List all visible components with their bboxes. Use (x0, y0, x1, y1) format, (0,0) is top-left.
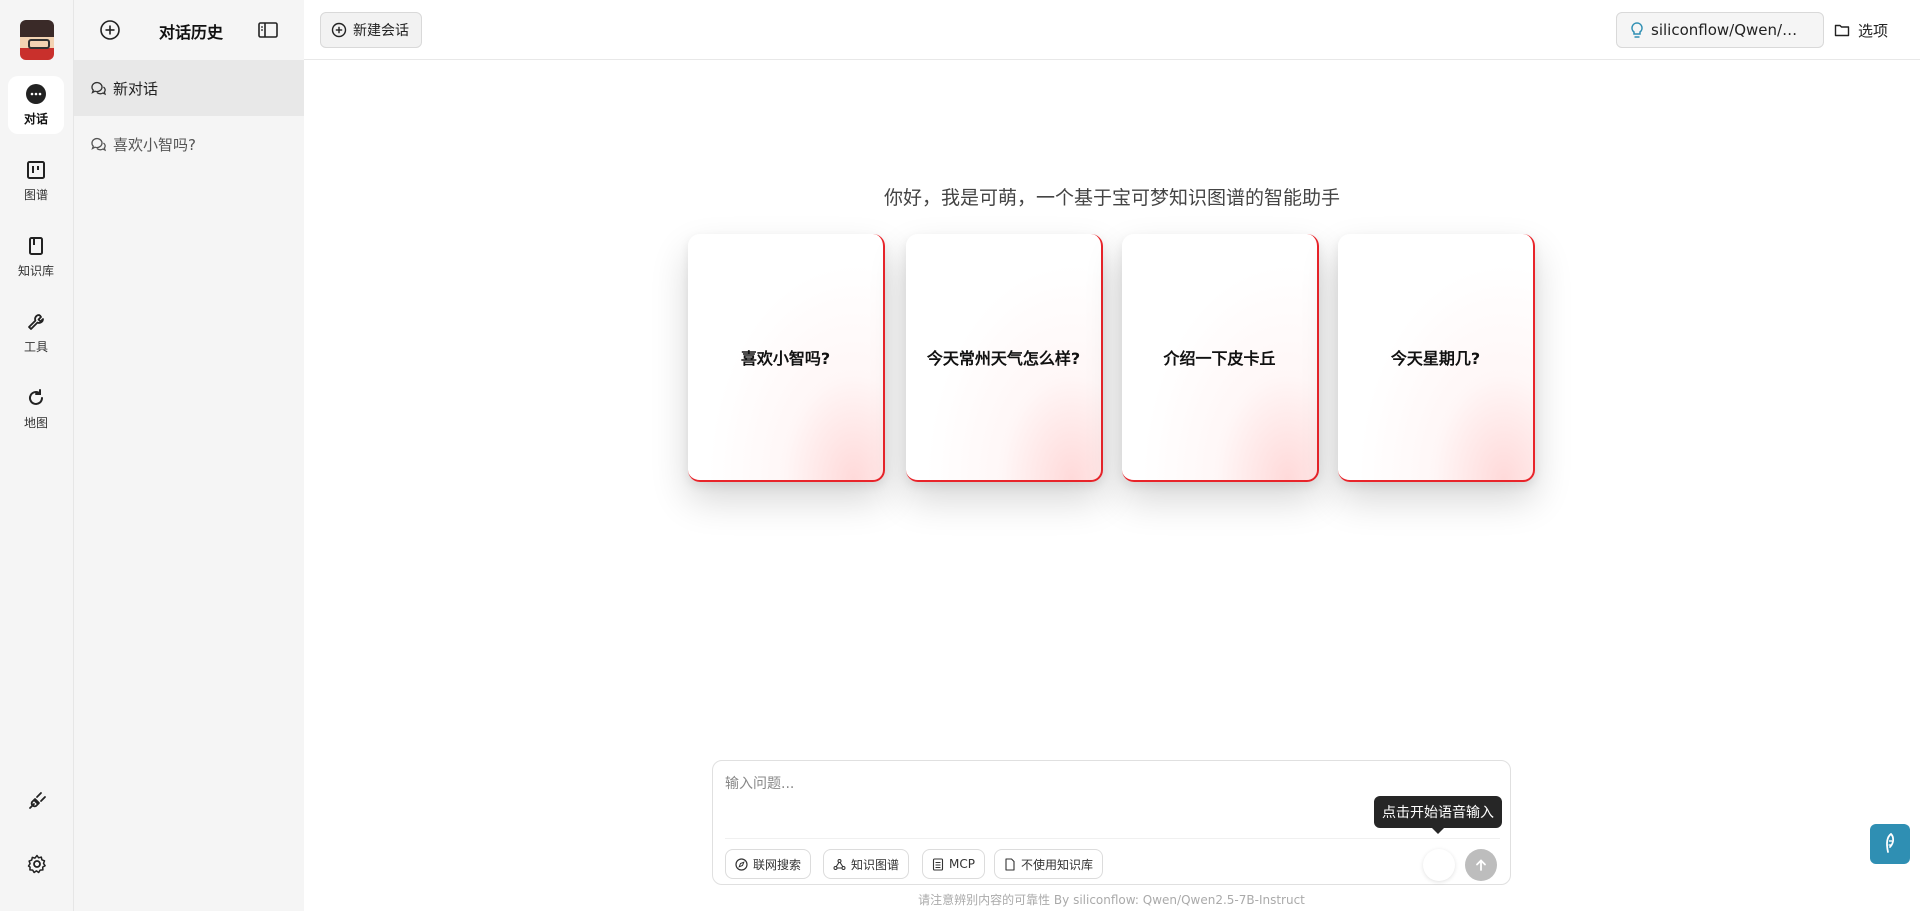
rail-item-label: 知识库 (17, 264, 54, 278)
history-item[interactable]: 新对话 (74, 60, 304, 116)
compass-icon (735, 857, 748, 871)
rail-item-label: 工具 (23, 340, 48, 354)
knowledge-base-select[interactable]: 不使用知识库 (994, 849, 1104, 879)
icon-rail: 对话 图谱 知识库 工具 地图 (0, 0, 74, 911)
rail-item-label: 对话 (23, 112, 48, 126)
chat-icon (91, 137, 107, 152)
new-chat-label: 新建会话 (353, 23, 409, 39)
model-selector[interactable]: siliconflow/Qwen/Qwen2.5-7B-Instruct (1616, 12, 1824, 48)
floating-assistant-button[interactable] (1870, 824, 1910, 864)
suggestion-card-label: 介绍一下皮卡丘 (1163, 349, 1276, 368)
arrow-up-icon (1476, 859, 1486, 871)
suggestion-card-label: 今天常州天气怎么样? (926, 349, 1081, 368)
kanban-icon (25, 159, 47, 181)
chat-icon (91, 81, 107, 96)
suggestion-card-label: 喜欢小智吗? (740, 349, 831, 368)
suggestion-card[interactable]: 今天常州天气怎么样? (906, 234, 1103, 482)
rail-item-tools[interactable]: 工具 (8, 304, 64, 362)
wrench-icon (25, 311, 47, 333)
chip-label: 联网搜索 (753, 857, 802, 872)
chip-label: 不使用知识库 (1021, 857, 1094, 872)
avatar[interactable] (20, 20, 54, 60)
list-icon (932, 857, 944, 871)
disclaimer-footer: 请注意辨别内容的可靠性 By siliconflow: Qwen/Qwen2.5… (918, 893, 1305, 907)
add-circle-icon (331, 22, 347, 38)
lightbulb-icon (1631, 22, 1643, 38)
history-item-label: 新对话 (113, 79, 159, 98)
suggestion-card[interactable]: 介绍一下皮卡丘 (1122, 234, 1319, 482)
web-search-toggle[interactable]: 联网搜索 (725, 849, 812, 879)
add-circle-icon[interactable] (98, 18, 122, 42)
mcp-toggle[interactable]: MCP (922, 849, 985, 879)
chat-bubble-icon (25, 83, 47, 105)
feather-icon (1886, 833, 1895, 853)
sidebar-toggle-icon[interactable] (256, 18, 280, 42)
chip-label: 知识图谱 (851, 857, 900, 872)
history-title: 对话历史 (159, 23, 224, 42)
knowledge-graph-toggle[interactable]: 知识图谱 (823, 849, 910, 879)
plug-icon[interactable] (25, 789, 49, 813)
book-icon (25, 235, 47, 257)
rail-item-map[interactable]: 地图 (8, 380, 64, 438)
history-item[interactable]: 喜欢小智吗? (74, 116, 304, 172)
welcome-message: 你好，我是可萌，一个基于宝可梦知识图谱的智能助手 (883, 187, 1340, 209)
graph-icon (833, 858, 846, 870)
top-bar: 新建会话 siliconflow/Qwen/Qwen2.5-7B-Instruc… (304, 0, 1920, 60)
history-header: 对话历史 (74, 0, 304, 60)
rail-item-label: 地图 (23, 416, 48, 430)
options-button[interactable]: 选项 (1834, 14, 1888, 46)
history-item-label: 喜欢小智吗? (113, 135, 196, 154)
suggestion-card-label: 今天星期几? (1390, 349, 1481, 368)
refresh-circle-icon (25, 387, 47, 409)
new-chat-button[interactable]: 新建会话 (320, 12, 422, 48)
history-panel: 对话历史 新对话 喜欢小智吗? (74, 0, 304, 911)
chip-label: MCP (949, 857, 975, 871)
send-button[interactable] (1465, 849, 1497, 881)
model-label: siliconflow/Qwen/Qwen2.5-7B-Instruct (1651, 21, 1806, 39)
gear-icon[interactable] (25, 852, 49, 876)
input-divider (725, 838, 1500, 839)
rail-item-label: 图谱 (23, 188, 48, 202)
folder-icon (1834, 24, 1850, 37)
suggestion-cards: 喜欢小智吗? 今天常州天气怎么样? 介绍一下皮卡丘 今天星期几? (688, 234, 1538, 482)
suggestion-card[interactable]: 今天星期几? (1338, 234, 1535, 482)
voice-input-button[interactable] (1423, 849, 1455, 881)
voice-tooltip: 点击开始语音输入 (1374, 796, 1502, 834)
options-label: 选项 (1858, 21, 1889, 40)
suggestion-card[interactable]: 喜欢小智吗? (688, 234, 885, 482)
rail-item-chat[interactable]: 对话 (8, 76, 64, 134)
doc-icon (1005, 857, 1015, 871)
rail-item-graph[interactable]: 图谱 (8, 152, 64, 210)
rail-item-knowledge[interactable]: 知识库 (8, 228, 64, 286)
